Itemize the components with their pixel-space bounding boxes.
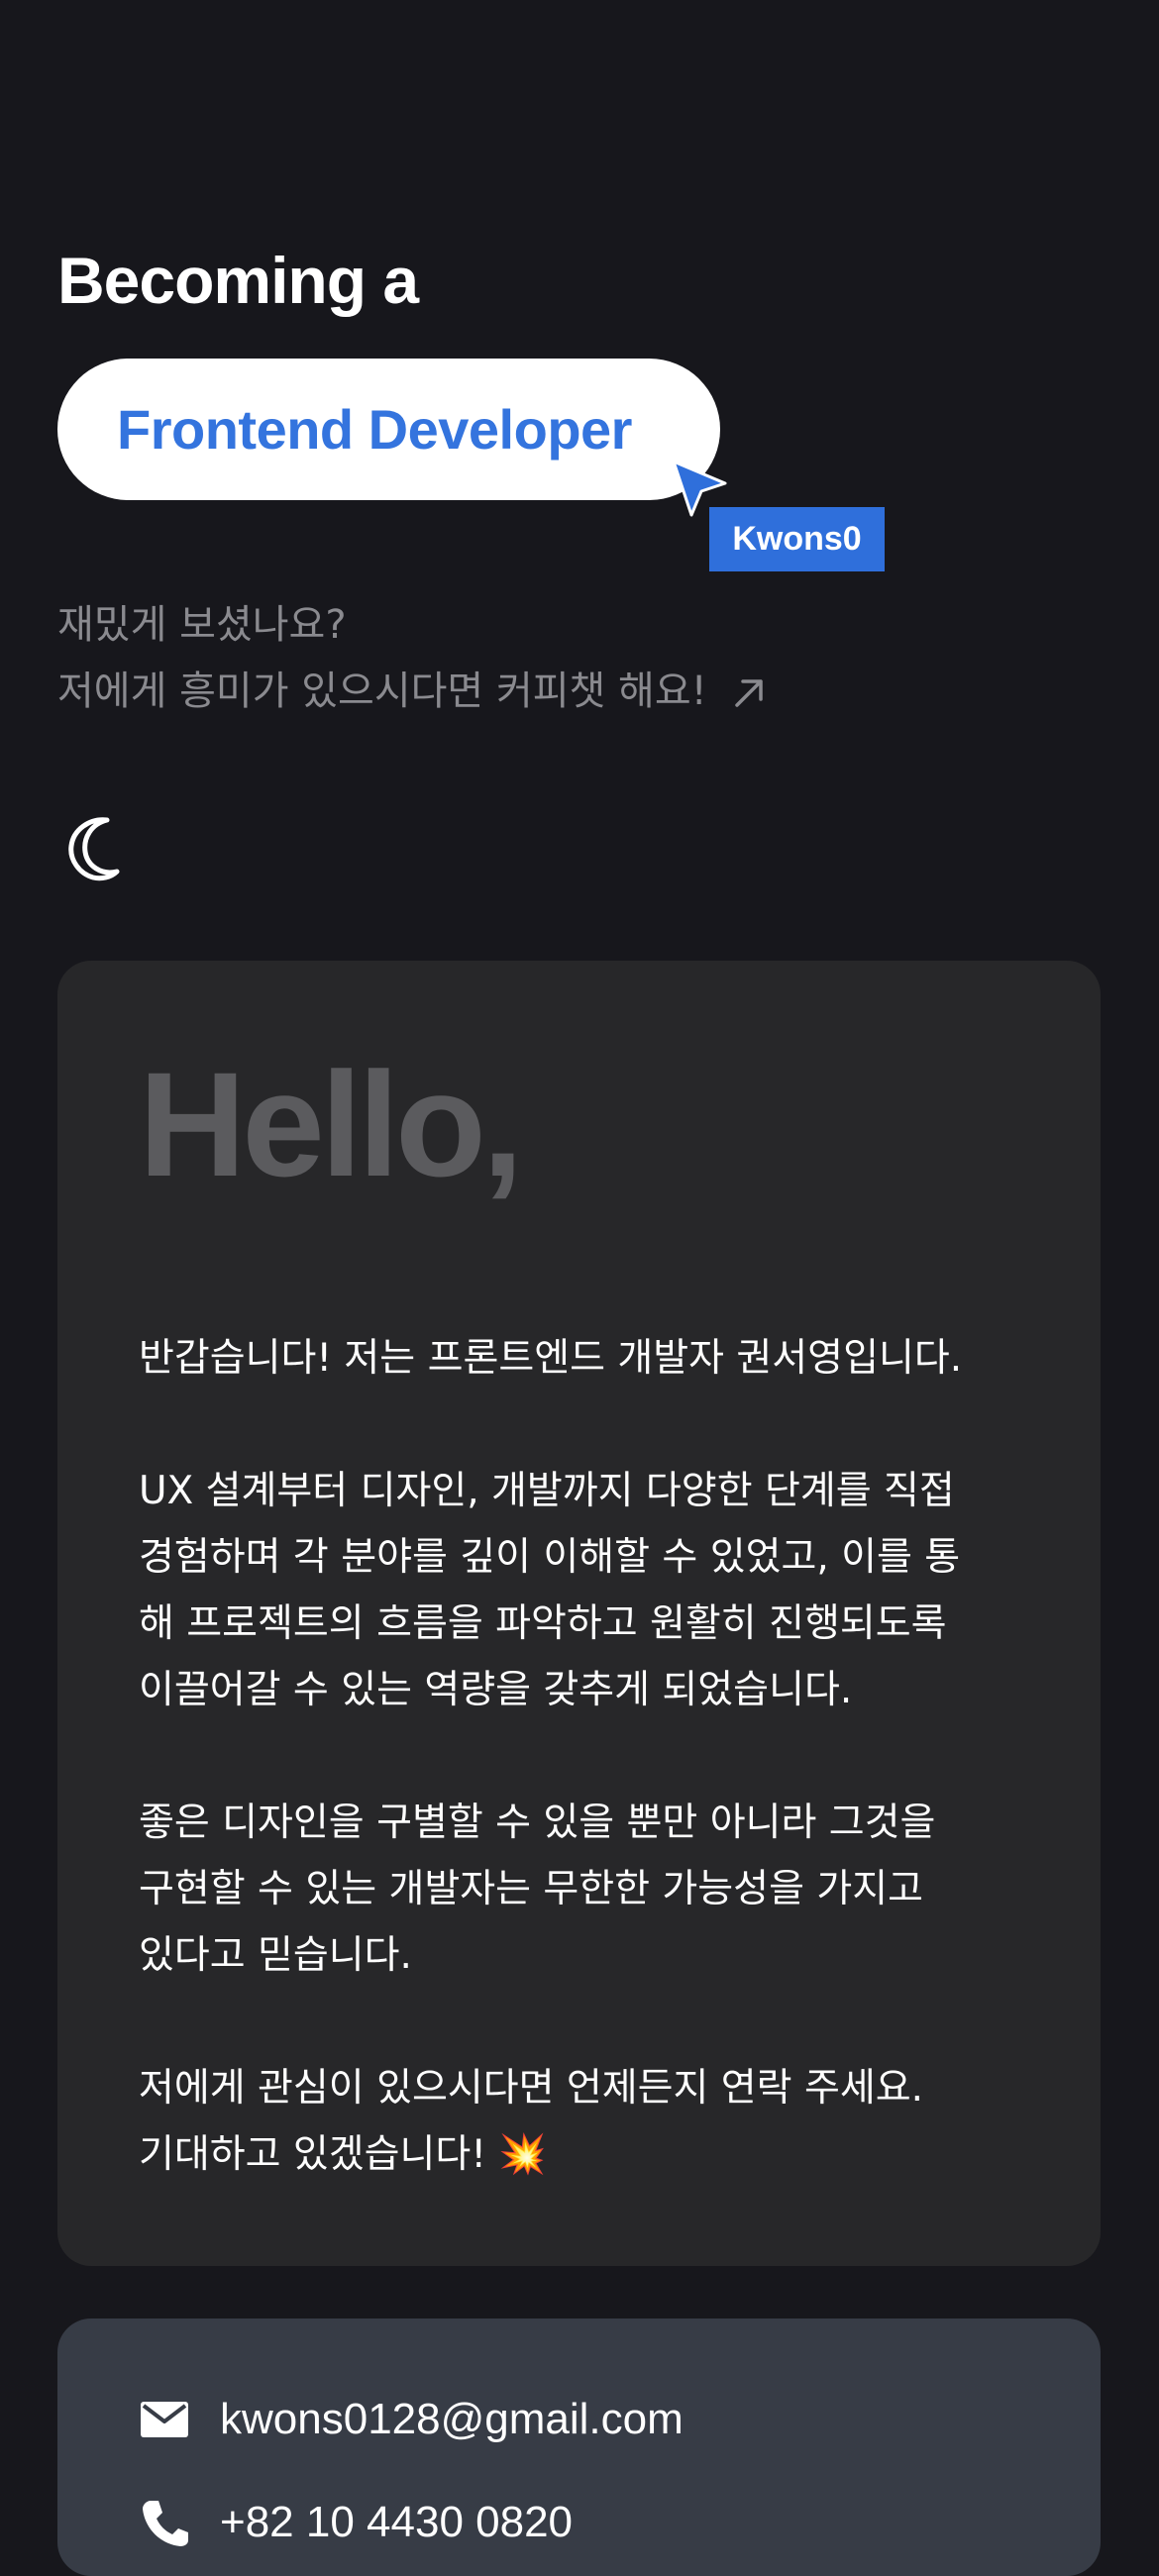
arrow-up-right-icon[interactable]	[729, 673, 769, 713]
role-pill: Frontend Developer	[57, 359, 720, 500]
about-paragraph-3-line: 좋은 디자인을 구별할 수 있을 뿐만 아니라 그것을	[139, 1801, 936, 1845]
phone-text[interactable]: +82 10 4430 0820	[220, 2498, 573, 2547]
about-body: 반갑습니다! 저는 프론트엔드 개발자 권서영입니다. UX 설계부터 디자인,…	[139, 1325, 1050, 2188]
moon-icon[interactable]	[63, 812, 135, 883]
role-text: Frontend Developer	[117, 398, 632, 461]
about-paragraph-1: 반갑습니다! 저는 프론트엔드 개발자 권서영입니다.	[139, 1336, 963, 1381]
about-paragraph-4-line: 저에게 관심이 있으시다면 언제든지 연락 주세요.	[139, 2066, 923, 2111]
about-card: Hello, 반갑습니다! 저는 프론트엔드 개발자 권서영입니다. UX 설계…	[57, 961, 1101, 2266]
about-paragraph-2-line: 해 프로젝트의 흐름을 파악하고 원활히 진행되도록	[139, 1601, 947, 1646]
about-heading: Hello,	[139, 1041, 523, 1207]
coffee-chat-intro: 재밌게 보셨나요? 저에게 흥미가 있으시다면 커피챗 해요!	[57, 592, 769, 725]
about-paragraph-2-line: UX 설계부터 디자인, 개발까지 다양한 단계를 직접	[139, 1469, 955, 1513]
coffee-chat-link[interactable]: 저에게 흥미가 있으시다면 커피챗 해요!	[57, 659, 769, 725]
email-row[interactable]: kwons0128@gmail.com	[139, 2390, 684, 2449]
phone-row[interactable]: +82 10 4430 0820	[139, 2493, 573, 2552]
intro-line-2[interactable]: 저에게 흥미가 있으시다면 커피챗 해요!	[57, 669, 707, 714]
about-paragraph-4-line: 기대하고 있겠습니다! 💥	[139, 2132, 547, 2177]
about-paragraph-2-line: 경험하며 각 분야를 깊이 이해할 수 있었고, 이를 통	[139, 1535, 961, 1580]
phone-icon	[143, 2501, 188, 2546]
intro-line-1: 재밌게 보셨나요?	[57, 602, 347, 648]
about-paragraph-3-line: 구현할 수 있는 개발자는 무한한 가능성을 가지고	[139, 1867, 923, 1911]
cursor-name-tag: Kwons0	[709, 507, 885, 571]
about-paragraph-3-line: 있다고 믿습니다.	[139, 1933, 412, 1978]
mail-icon	[141, 2402, 188, 2437]
email-text[interactable]: kwons0128@gmail.com	[220, 2395, 684, 2444]
about-paragraph-2-line: 이끌어갈 수 있는 역량을 갖추게 되었습니다.	[139, 1668, 853, 1712]
hero-title: Becoming a	[57, 244, 419, 317]
contact-card: kwons0128@gmail.com +82 10 4430 0820	[57, 2318, 1101, 2576]
